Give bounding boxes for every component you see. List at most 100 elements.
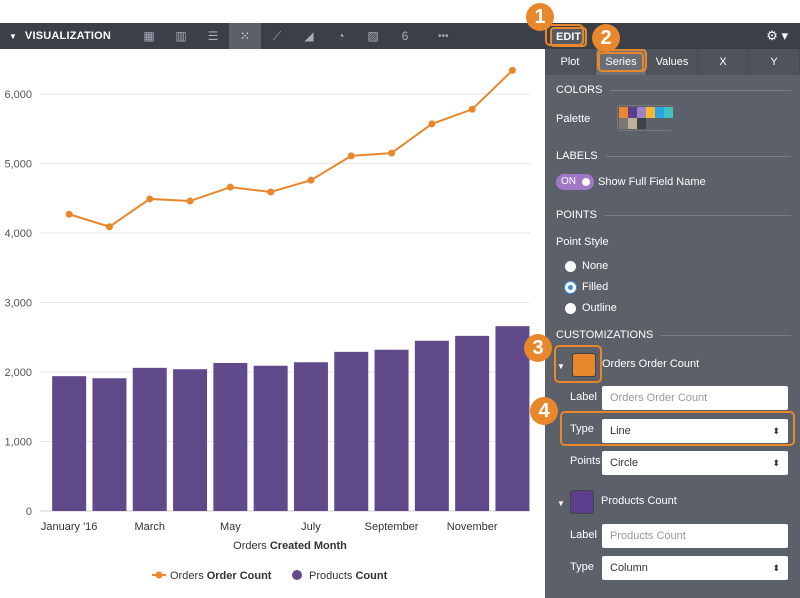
x-tick-label: July — [301, 521, 321, 533]
series-2-caret-icon[interactable]: ▼ — [557, 499, 565, 508]
palette-swatch — [628, 118, 637, 129]
x-axis-label-prefix: Orders — [233, 540, 270, 552]
more-icon[interactable]: ••• — [438, 31, 449, 42]
line-point — [186, 197, 194, 205]
tab-label: Plot — [560, 56, 580, 68]
line-icon[interactable]: ⟋ — [261, 23, 293, 49]
x-tick-label: May — [220, 521, 241, 533]
tab-plot[interactable]: Plot — [545, 49, 596, 75]
point-style-label: Point Style — [556, 236, 609, 248]
gear-icon[interactable]: ⚙ ▾ — [766, 28, 788, 44]
palette-swatch — [619, 107, 628, 118]
legend-marker-icon — [292, 570, 302, 580]
pie-icon[interactable]: ◔ — [325, 23, 357, 49]
x-tick-label: March — [134, 521, 165, 533]
labels-heading: LABELS — [556, 150, 791, 162]
y-tick-label: 0 — [26, 506, 32, 518]
palette-swatch — [655, 118, 664, 129]
tab-label: X — [719, 56, 727, 68]
x-axis-label: Orders Created Month — [233, 540, 347, 552]
scatter-icon[interactable]: ⁙ — [229, 23, 261, 49]
legend-bold: Count — [355, 570, 387, 582]
tab-label: Values — [655, 56, 689, 68]
legend-item: Orders Order Count — [170, 570, 272, 582]
line-point — [105, 223, 113, 231]
palette-swatch — [619, 118, 628, 129]
palette-swatch — [637, 118, 646, 129]
series-2-color-swatch[interactable] — [570, 490, 594, 514]
highlight-4 — [560, 411, 795, 446]
radio-icon — [565, 302, 576, 314]
palette-swatch — [664, 107, 673, 118]
x-tick-label: September — [365, 521, 419, 533]
y-tick-label: 5,000 — [4, 159, 32, 171]
palette-swatch — [628, 107, 637, 118]
table-icon[interactable]: ▦ — [133, 23, 165, 49]
x-tick-label: January '16 — [41, 521, 98, 533]
bar — [132, 367, 167, 511]
bar-icon[interactable]: ☰ — [197, 23, 229, 49]
step-badge-1: 1 — [526, 3, 554, 31]
points-heading: POINTS — [556, 209, 791, 221]
series-1-name: Orders Order Count — [602, 358, 700, 370]
series-2-type-select[interactable]: Column ⬍ — [602, 556, 788, 580]
palette-picker[interactable] — [617, 105, 673, 131]
tab-values[interactable]: Values — [647, 49, 698, 75]
visualization-title[interactable]: VISUALIZATION — [25, 30, 111, 42]
line-point — [428, 120, 436, 128]
radio-outline[interactable]: Outline — [565, 302, 617, 314]
radio-none[interactable]: None — [565, 260, 608, 272]
y-tick-label: 4,000 — [4, 228, 32, 240]
series-1-points-select[interactable]: Circle ⬍ — [602, 451, 788, 475]
series-1-points-label: Points — [570, 455, 601, 467]
map-icon[interactable]: ▨ — [357, 23, 389, 49]
legend-prefix: Products — [309, 570, 355, 582]
radio-filled[interactable]: Filled — [565, 281, 608, 293]
series-1-label-input[interactable]: Orders Order Count — [602, 386, 788, 410]
column-icon[interactable]: ▥ — [165, 23, 197, 49]
bar — [293, 362, 328, 511]
bar — [213, 362, 248, 511]
tab-x[interactable]: X — [698, 49, 749, 75]
highlight-1 — [545, 24, 584, 46]
tab-y[interactable]: Y — [749, 49, 800, 75]
x-tick-label: November — [447, 521, 498, 533]
series-2-label-label: Label — [570, 529, 597, 541]
legend-item: Products Count — [309, 570, 388, 582]
area-icon[interactable]: ◢ — [293, 23, 325, 49]
legend-marker-icon — [155, 571, 163, 579]
palette-swatch — [637, 107, 646, 118]
y-tick-label: 3,000 — [4, 298, 32, 310]
legend-prefix: Orders — [170, 570, 207, 582]
line-point — [388, 149, 396, 157]
y-tick-label: 1,000 — [4, 437, 32, 449]
line-point — [267, 188, 275, 196]
series-2-type-label: Type — [570, 561, 594, 573]
single-value-icon[interactable]: 6 — [389, 23, 421, 49]
highlight-3 — [554, 345, 602, 383]
step-badge-2: 2 — [592, 24, 620, 52]
palette-swatch — [646, 107, 655, 118]
bar — [52, 376, 87, 511]
edit-panel: EDIT ⚙ ▾ Plot Series Values X Y COLORS Palet… — [545, 23, 800, 598]
series-2-label-input[interactable]: Products Count — [602, 524, 788, 548]
y-tick-label: 2,000 — [4, 367, 32, 379]
x-axis-label-bold: Created Month — [270, 540, 347, 552]
radio-icon — [565, 260, 576, 272]
series-1-label-label: Label — [570, 391, 597, 403]
toggle-state: ON — [561, 176, 576, 187]
radio-selected-icon — [565, 281, 576, 293]
collapse-caret-icon[interactable]: ▼ — [9, 32, 17, 41]
step-badge-4: 4 — [530, 397, 558, 425]
line-point — [226, 183, 234, 191]
line-point — [508, 66, 516, 74]
line-point — [347, 152, 355, 160]
bar — [92, 378, 127, 511]
bar — [334, 351, 369, 511]
series-2-name: Products Count — [601, 495, 677, 507]
palette-swatch — [646, 118, 655, 129]
customizations-heading: CUSTOMIZATIONS — [556, 329, 791, 341]
radio-label: Filled — [582, 281, 609, 293]
full-field-name-toggle[interactable]: ON — [556, 174, 594, 190]
step-badge-3: 3 — [524, 334, 552, 362]
